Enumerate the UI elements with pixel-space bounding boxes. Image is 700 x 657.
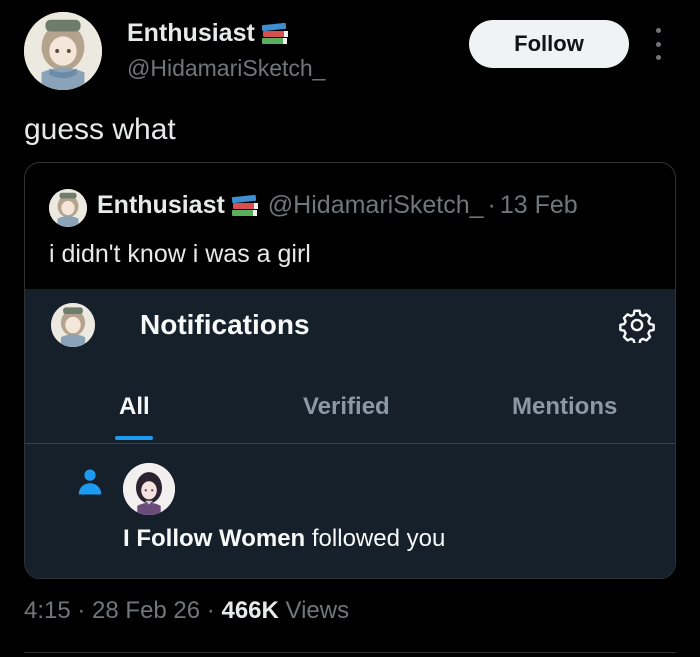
views-label: Views [278,597,350,624]
tab-divider [25,443,675,444]
quote-separator: · [487,191,496,219]
follower-avatar [123,463,175,515]
tab-mentions: Mentions [512,393,618,420]
bottom-divider [24,652,676,653]
books-icon [260,21,290,47]
tweet-text: guess what [24,113,176,146]
author-avatar[interactable] [24,12,102,90]
active-tab-indicator [115,436,153,440]
quote-text: i didn't know i was a girl [49,240,311,268]
tweet-date[interactable]: 28 Feb 26 [92,597,200,624]
gear-icon [619,307,655,343]
author-handle[interactable]: @HidamariSketch_ [127,55,325,82]
quote-author-handle[interactable]: @HidamariSketch_ [268,191,484,220]
more-options-icon[interactable] [650,28,666,60]
tab-all: All [119,393,150,420]
quote-header: Enthusiast @HidamariSketch_ · 13 Feb [97,191,578,220]
quote-date[interactable]: 13 Feb [500,191,578,220]
author-name[interactable]: Enthusiast [127,19,290,48]
quoted-tweet-card[interactable]: Enthusiast @HidamariSketch_ · 13 Feb i d… [24,162,676,579]
tab-verified: Verified [303,393,390,420]
quote-author-avatar[interactable] [49,189,87,227]
follow-button[interactable]: Follow [469,20,629,68]
books-icon [230,193,260,219]
embedded-notifications-screenshot: Notifications All Verified Mentions I Fo… [25,289,675,578]
notifications-profile-avatar [51,303,95,347]
notifications-title: Notifications [140,309,310,340]
follow-notification-text: I Follow Women followed you [123,525,445,553]
follower-name: I Follow Women [123,525,306,552]
tweet-meta: 4:15 · 28 Feb 26 · 466K Views [24,597,350,624]
follow-action-text: followed you [305,525,446,552]
person-icon [75,467,105,497]
views-count[interactable]: 466K [221,597,278,624]
tweet-time[interactable]: 4:15 [24,597,71,624]
quote-author-name[interactable]: Enthusiast [97,191,225,220]
